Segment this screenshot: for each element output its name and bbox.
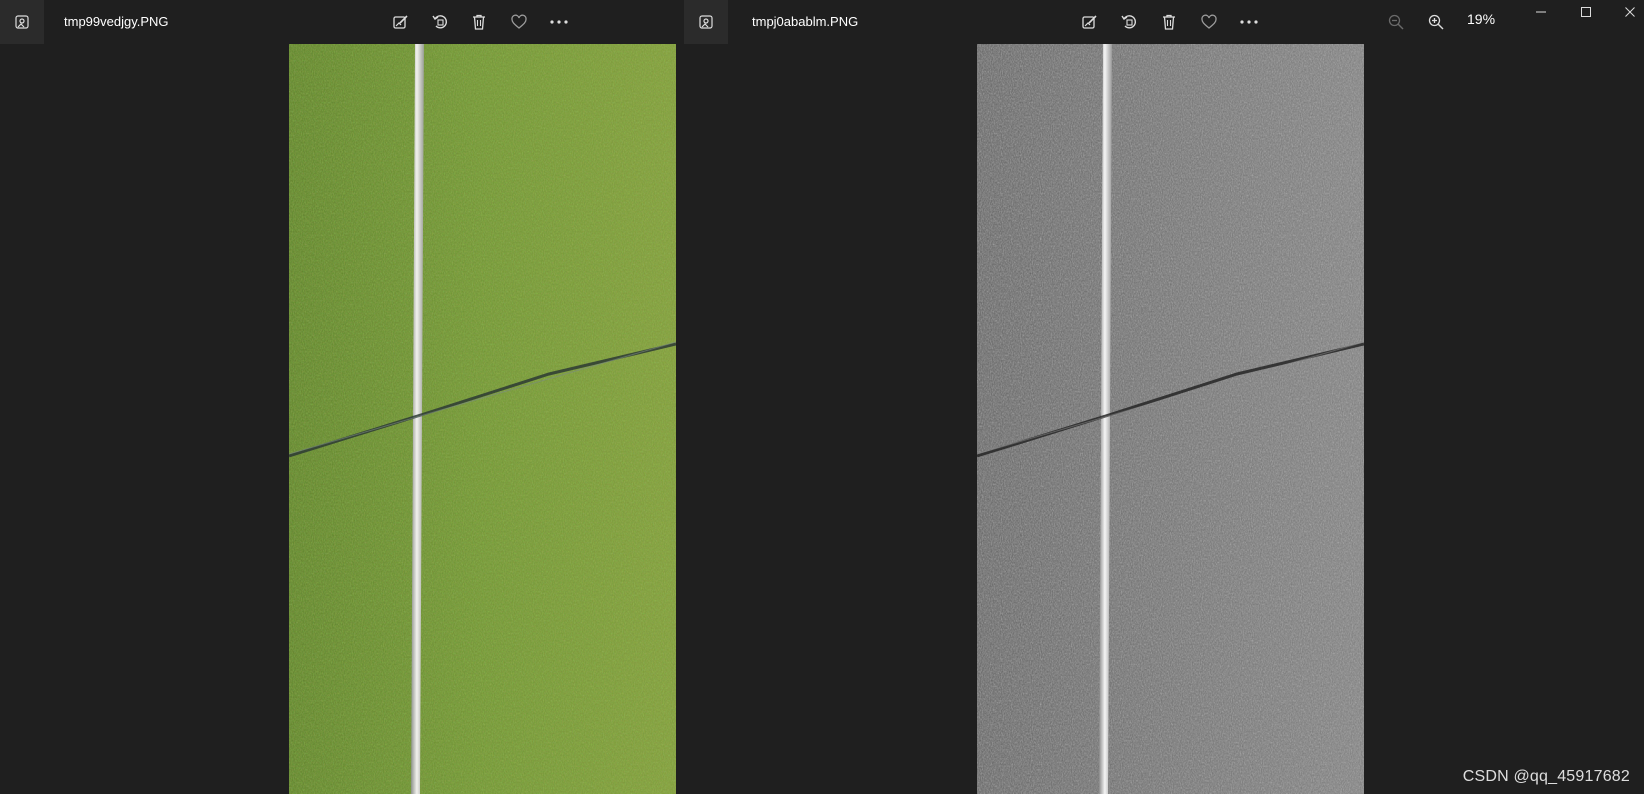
right-photo-window: tmpj0abablm.PNG 19% bbox=[684, 0, 1644, 794]
filename: tmp99vedjgy.PNG bbox=[64, 14, 169, 29]
left-titlebar: tmp99vedjgy.PNG bbox=[0, 0, 684, 44]
more-icon[interactable] bbox=[547, 10, 571, 34]
zoom-in-icon[interactable] bbox=[1424, 10, 1448, 34]
zoom-level: 19% bbox=[1467, 11, 1496, 27]
photos-app-icon[interactable] bbox=[684, 0, 728, 44]
favorite-icon[interactable] bbox=[507, 10, 531, 34]
delete-icon[interactable] bbox=[467, 10, 491, 34]
filename: tmpj0abablm.PNG bbox=[752, 14, 859, 29]
more-icon[interactable] bbox=[1237, 10, 1261, 34]
delete-icon[interactable] bbox=[1157, 10, 1181, 34]
grass-photo-grayscale bbox=[977, 44, 1364, 794]
right-titlebar: tmpj0abablm.PNG 19% bbox=[684, 0, 1644, 44]
rotate-icon[interactable] bbox=[1117, 10, 1141, 34]
edit-icon[interactable] bbox=[389, 10, 413, 34]
left-photo-window: tmp99vedjgy.PNG bbox=[0, 0, 684, 794]
zoom-out-icon[interactable] bbox=[1384, 10, 1408, 34]
grass-photo-color bbox=[289, 44, 676, 794]
minimize-icon[interactable] bbox=[1529, 0, 1553, 24]
watermark: CSDN @qq_45917682 bbox=[1462, 768, 1630, 785]
photos-app-icon[interactable] bbox=[0, 0, 44, 44]
maximize-icon[interactable] bbox=[1574, 0, 1598, 24]
rotate-icon[interactable] bbox=[428, 10, 452, 34]
favorite-icon[interactable] bbox=[1197, 10, 1221, 34]
edit-icon[interactable] bbox=[1078, 10, 1102, 34]
close-icon[interactable] bbox=[1618, 0, 1642, 24]
